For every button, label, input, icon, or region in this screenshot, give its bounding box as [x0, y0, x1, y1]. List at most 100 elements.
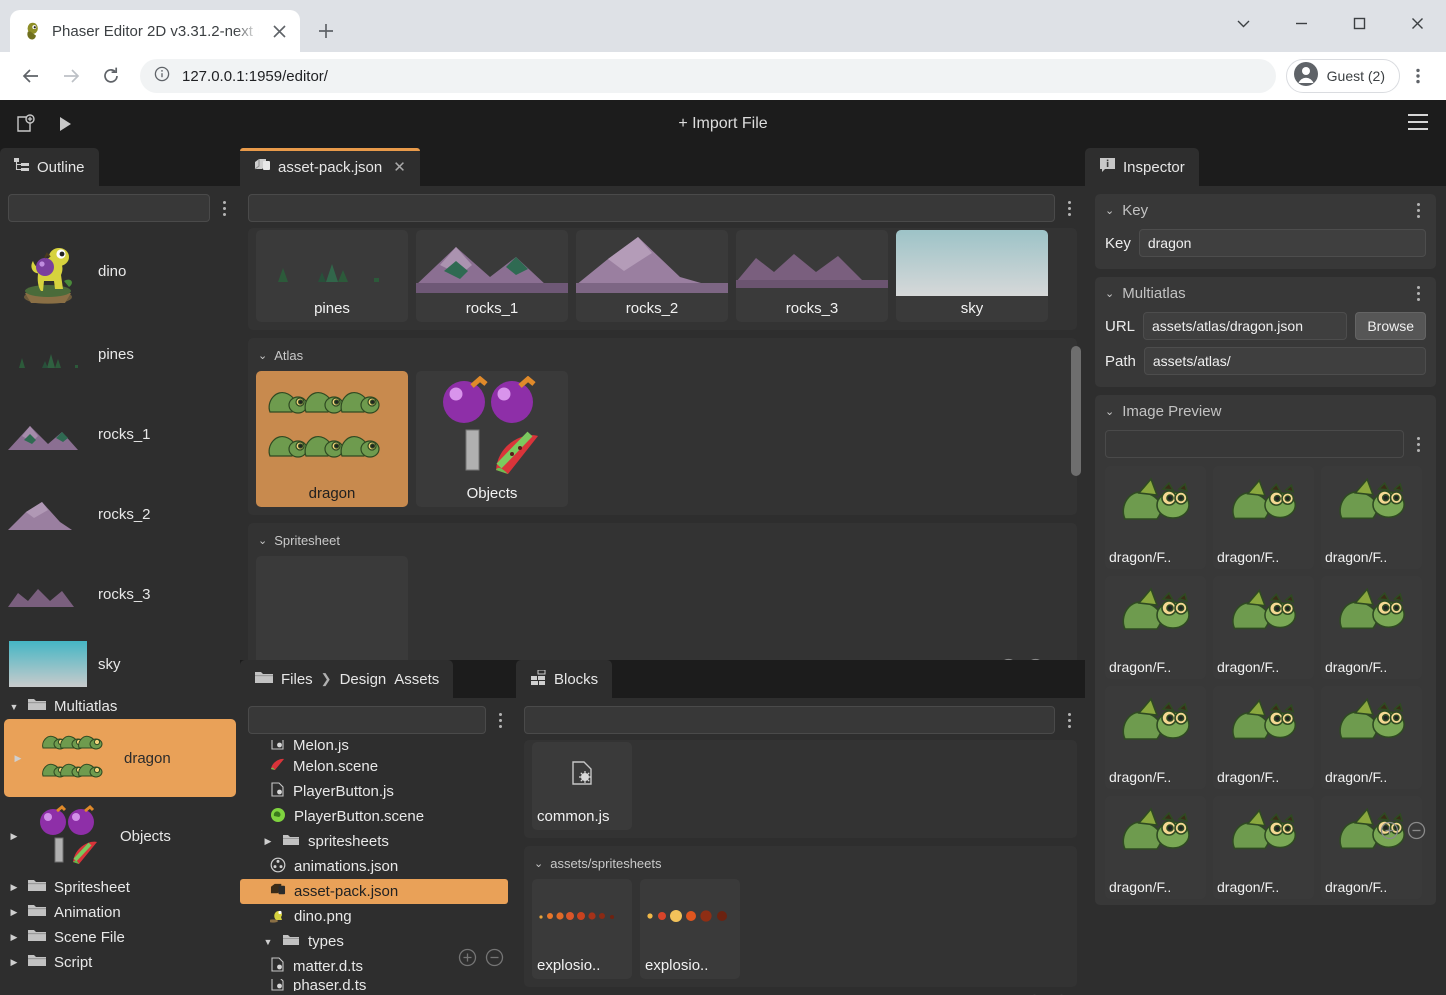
close-icon[interactable]: [268, 20, 290, 42]
arrow-right-icon[interactable]: [52, 57, 90, 95]
preview-card[interactable]: dragon/F..: [1213, 686, 1314, 789]
tab-blocks[interactable]: Blocks: [516, 660, 613, 698]
preview-card[interactable]: dragon/F..: [1321, 466, 1422, 569]
asset-card-pines[interactable]: pines: [256, 230, 408, 322]
file-row-dino-png[interactable]: dino.png: [240, 904, 516, 929]
preview-more-vertical-icon[interactable]: [1410, 436, 1426, 452]
preview-card[interactable]: dragon/F..: [1213, 576, 1314, 679]
editor-more-vertical-icon[interactable]: [1061, 200, 1077, 216]
section-header-assets-spritesheets[interactable]: ⌄ assets/spritesheets: [532, 854, 1069, 879]
asset-card-sky[interactable]: sky: [896, 230, 1048, 322]
path-input[interactable]: assets/atlas/: [1143, 347, 1426, 375]
maximize-icon[interactable]: [1330, 0, 1388, 46]
chevron-right-icon[interactable]: ▶: [12, 753, 24, 764]
zoom-in-icon[interactable]: [999, 658, 1018, 660]
asset-card-explosion[interactable]: [256, 556, 408, 660]
file-row-spritesheets[interactable]: ▶ spritesheets: [240, 829, 516, 854]
tab-inspector[interactable]: Inspector: [1085, 148, 1199, 186]
section-header-key[interactable]: ⌄ Key: [1105, 202, 1426, 219]
outline-item-rocks_3[interactable]: rocks_3: [0, 554, 240, 634]
hamburger-menu-icon[interactable]: [1406, 112, 1430, 137]
more-vertical-icon[interactable]: [1402, 60, 1434, 92]
outline-group-multiatlas[interactable]: ▼ Multiatlas: [0, 694, 240, 719]
asset-card-rocks_1[interactable]: rocks_1: [416, 230, 568, 322]
asset-card-rocks_3[interactable]: rocks_3: [736, 230, 888, 322]
close-window-icon[interactable]: [1388, 0, 1446, 46]
info-circle-icon[interactable]: [154, 66, 170, 87]
preview-card[interactable]: dragon/F..: [1321, 576, 1422, 679]
outline-group-scene-file[interactable]: ▶ Scene File: [0, 925, 240, 950]
breadcrumb-assets[interactable]: Assets: [394, 671, 439, 688]
blocks-search-input[interactable]: [524, 706, 1055, 734]
key-input[interactable]: dragon: [1138, 229, 1426, 257]
tab-files[interactable]: Files ❯ Design Assets: [240, 660, 454, 698]
preview-card[interactable]: dragon/F..: [1105, 686, 1206, 789]
close-icon[interactable]: ✕: [393, 158, 406, 176]
outline-item-rocks_2[interactable]: rocks_2: [0, 474, 240, 554]
chevron-down-icon[interactable]: ▼: [262, 937, 274, 947]
outline-group-animation[interactable]: ▶ Animation: [0, 900, 240, 925]
file-row-phaser-d-ts[interactable]: phaser.d.ts: [240, 979, 516, 991]
arrow-left-icon[interactable]: [12, 57, 50, 95]
asset-card-objects[interactable]: Objects: [416, 371, 568, 507]
import-file-button[interactable]: + Import File: [0, 115, 1446, 133]
outline-item-dino[interactable]: dino: [0, 228, 240, 314]
chevron-down-icon[interactable]: [1214, 0, 1272, 46]
preview-card[interactable]: dragon/F..: [1105, 576, 1206, 679]
files-more-vertical-icon[interactable]: [492, 712, 508, 728]
preview-card[interactable]: dragon/F..: [1105, 796, 1206, 899]
browser-tab[interactable]: Phaser Editor 2D v3.31.2-next Fre: [10, 10, 300, 52]
preview-card[interactable]: dragon/F..: [1105, 466, 1206, 569]
tab-outline[interactable]: Outline: [0, 148, 99, 186]
asset-card-rocks_2[interactable]: rocks_2: [576, 230, 728, 322]
profile-button[interactable]: Guest (2): [1285, 59, 1400, 93]
plus-icon[interactable]: [308, 13, 344, 49]
key-more-vertical-icon[interactable]: [1410, 203, 1426, 218]
outline-search-input[interactable]: [8, 194, 210, 222]
block-card-explosion-2[interactable]: explosio..: [640, 879, 740, 979]
preview-card[interactable]: dragon/F..: [1321, 686, 1422, 789]
breadcrumb-design[interactable]: Design: [340, 671, 387, 688]
chevron-right-icon[interactable]: ▶: [262, 836, 274, 847]
section-header-image-preview[interactable]: ⌄ Image Preview: [1105, 403, 1426, 420]
outline-item-pines[interactable]: pines: [0, 314, 240, 394]
play-icon[interactable]: [56, 115, 74, 133]
zoom-in-icon[interactable]: [458, 948, 477, 972]
file-row-melon-js[interactable]: Melon.js: [240, 740, 516, 754]
tab-asset-pack-json[interactable]: asset-pack.json ✕: [240, 148, 420, 186]
zoom-out-icon[interactable]: [485, 948, 504, 972]
reload-icon[interactable]: [92, 57, 130, 95]
asset-card-dragon[interactable]: dragon: [256, 371, 408, 507]
outline-item-dragon[interactable]: ▶ dragon: [4, 719, 236, 797]
outline-item-rocks_1[interactable]: rocks_1: [0, 394, 240, 474]
chevron-right-icon[interactable]: ▶: [8, 831, 20, 842]
file-row-playerbutton-js[interactable]: PlayerButton.js: [240, 779, 516, 804]
minimize-icon[interactable]: [1272, 0, 1330, 46]
zoom-out-icon[interactable]: [1026, 658, 1045, 660]
zoom-out-icon[interactable]: [1407, 821, 1426, 845]
file-row-playerbutton-scene[interactable]: PlayerButton.scene: [240, 804, 516, 829]
breadcrumb-files[interactable]: Files: [281, 671, 313, 688]
block-card-explosion-1[interactable]: explosio..: [532, 879, 632, 979]
editor-search-input[interactable]: [248, 194, 1055, 222]
section-header-spritesheet[interactable]: ⌄ Spritesheet: [256, 531, 1069, 556]
preview-card[interactable]: dragon/F..: [1321, 796, 1422, 899]
preview-card[interactable]: dragon/F..: [1213, 796, 1314, 899]
browse-button[interactable]: Browse: [1355, 312, 1426, 340]
block-card-common-js[interactable]: common.js: [532, 742, 632, 830]
files-search-input[interactable]: [248, 706, 486, 734]
new-file-icon[interactable]: [14, 113, 36, 135]
editor-scrollbar[interactable]: [1071, 346, 1081, 476]
address-bar[interactable]: 127.0.0.1:1959/editor/: [140, 59, 1276, 93]
section-header-atlas[interactable]: ⌄ Atlas: [256, 346, 1069, 371]
preview-search-input[interactable]: [1105, 430, 1404, 458]
multiatlas-more-vertical-icon[interactable]: [1410, 286, 1426, 301]
url-input[interactable]: assets/atlas/dragon.json: [1143, 312, 1348, 340]
outline-item-sky[interactable]: sky: [0, 634, 240, 694]
file-row-melon-scene[interactable]: Melon.scene: [240, 754, 516, 779]
outline-more-vertical-icon[interactable]: [216, 200, 232, 216]
section-header-multiatlas[interactable]: ⌄ Multiatlas: [1105, 285, 1426, 302]
file-row-asset-pack-json[interactable]: asset-pack.json: [240, 879, 508, 904]
blocks-more-vertical-icon[interactable]: [1061, 712, 1077, 728]
outline-group-script[interactable]: ▶ Script: [0, 950, 240, 975]
